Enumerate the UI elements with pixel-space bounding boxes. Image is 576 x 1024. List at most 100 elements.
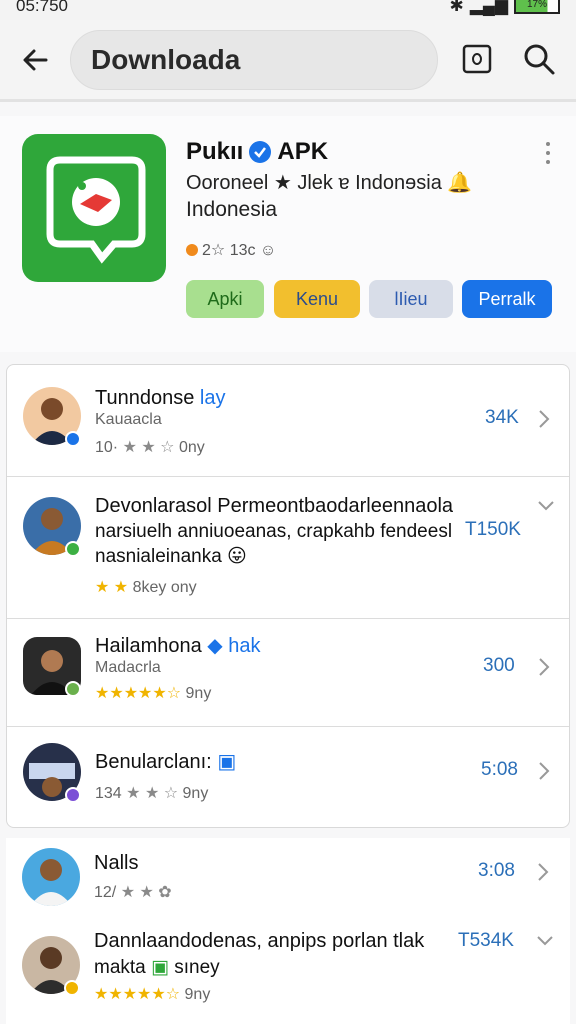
status-icons: ✱ ▂▄▆ 17% [450, 0, 560, 14]
item-title-text: Benularclanı: [95, 751, 212, 773]
item-time: 9ny [184, 986, 211, 1003]
item-time: 8key ony [132, 579, 197, 596]
item-title-line2-suffix: sıney [174, 957, 220, 978]
item-title: Dannlaandodenas, anpips porlan tlak [94, 930, 425, 952]
star-icons: ★ ★ [95, 579, 129, 596]
chip-primary[interactable]: Perralk [462, 280, 552, 318]
item-title-line2: makta ▣ sıney [94, 956, 220, 979]
more-options-button[interactable] [544, 142, 552, 164]
back-button[interactable] [18, 42, 54, 78]
rating-dot-icon [186, 244, 198, 256]
status-badge-icon [65, 681, 81, 697]
rating-text: 12/ [94, 884, 117, 901]
chip-apki[interactable]: Apki [186, 280, 264, 318]
item-title: Nalls [94, 852, 139, 874]
item-time: 9ny [185, 685, 212, 702]
item-title: Hailamhona ◆ hak [95, 633, 261, 658]
app-meta: 2☆ 13c ☺ [186, 240, 276, 260]
game-icon: ▣ [217, 751, 237, 773]
list-item[interactable]: Dannlaandodenas, anpips porlan tlak makt… [6, 924, 570, 1024]
item-title-text: Tunndonse [95, 387, 195, 409]
status-badge-icon [65, 787, 81, 803]
chip-label: Kenu [295, 288, 339, 309]
chevron-right-icon[interactable] [537, 657, 551, 677]
chip-view[interactable]: lIieu [369, 280, 453, 318]
app-name: Pukıı [186, 138, 244, 165]
item-title-line2: narsiuelh anniuoeanas, crapkahb fendeesl [95, 521, 453, 542]
item-title-suffix: hak [228, 635, 261, 657]
item-size: 300 [483, 655, 515, 676]
square-icon [462, 44, 492, 74]
chat-app-logo-icon [46, 156, 146, 264]
item-title-suffix: lay [199, 387, 226, 409]
item-title: Benularclanı: ▣ [95, 749, 236, 774]
top-app-bar: Downloada [0, 20, 576, 102]
chevron-down-icon[interactable] [536, 934, 554, 948]
item-size: 5:08 [481, 759, 518, 780]
verified-badge-icon [249, 141, 272, 163]
battery-icon: 17% [514, 0, 560, 14]
item-size: T150K [465, 519, 521, 540]
battery-level: 17% [526, 0, 547, 10]
item-title-line2-text: makta [94, 957, 146, 978]
chip-label: Perralk [478, 288, 536, 309]
status-badge-icon [65, 541, 81, 557]
list-item[interactable]: Tunndonse lay Kauaacla 10· ★ ★ ☆ 0ny 34K [7, 365, 569, 477]
search-icon [524, 44, 555, 75]
chip-kenu[interactable]: Kenu [274, 280, 360, 318]
downloads-list-more: Nalls 12/ ★ ★ ✿ 3:08 Dannlaandodenas, an… [6, 838, 570, 1024]
emoji-icon: 😛 [227, 546, 247, 567]
app-header: Pukıı APK Ooroneel ★ Jlek ɐ Indonɘsia 🔔 … [0, 116, 576, 352]
list-item[interactable]: Hailamhona ◆ hak Madacrla ★★★★★☆ 9ny 300 [7, 619, 569, 727]
list-item[interactable]: Benularclanı: ▣ 134 ★ ★ ☆ 9ny 5:08 [7, 727, 569, 827]
arrow-left-icon [23, 49, 48, 71]
chevron-down-icon[interactable] [537, 499, 555, 513]
dot-icon [546, 160, 550, 164]
star-icons: ★ ★ ☆ [122, 439, 175, 456]
chip-label: lIieu [394, 288, 428, 309]
status-badge-icon [64, 980, 80, 996]
item-size: 3:08 [478, 860, 515, 881]
list-item[interactable]: Nalls 12/ ★ ★ ✿ 3:08 [6, 838, 570, 924]
item-title: Tunndonse lay [95, 387, 225, 410]
app-meta-text: 2☆ 13c ☺ [202, 242, 277, 259]
item-rating: ★ ★ 8key ony [95, 577, 197, 597]
item-title: Devonlarasol Permeontbaodarleennaola [95, 495, 454, 517]
app-region: Indonesia [186, 198, 278, 221]
star-icons: ★★★★★☆ [95, 685, 182, 702]
chevron-right-icon[interactable] [537, 409, 551, 429]
dot-icon [546, 151, 550, 155]
search-button[interactable] [522, 42, 556, 76]
dot-icon [546, 142, 550, 146]
verified-badge-icon: ◆ [207, 635, 223, 657]
app-type: APK [277, 138, 329, 165]
bell-icon: 🔔 [447, 172, 473, 194]
item-size: T534K [458, 930, 514, 951]
item-time: 9ny [182, 785, 209, 802]
chevron-right-icon[interactable] [536, 862, 550, 882]
star-icons: ★ ★ ☆ [126, 785, 179, 802]
search-query: Downloada [91, 44, 241, 75]
chat-icon: ▣ [151, 957, 169, 978]
item-title-line3: nasnialeinanka 😛 [95, 545, 247, 568]
status-bar: 05:750 ✱ ▂▄▆ 17% [0, 0, 576, 20]
chevron-right-icon[interactable] [537, 761, 551, 781]
app-icon[interactable] [22, 134, 166, 282]
rating-text: 134 [95, 785, 122, 802]
verified-badge-icon [65, 431, 81, 447]
item-subtitle: Kauaacla [95, 411, 162, 428]
rating-text: 10· [95, 439, 119, 456]
app-developer: Ooroneel ★ Jlek ɐ Indonɘsia 🔔 [186, 170, 472, 195]
item-title-line3-text: nasnialeinanka [95, 546, 222, 567]
list-item[interactable]: Devonlarasol Permeontbaodarleennaola nar… [7, 477, 569, 619]
item-time: 0ny [178, 439, 205, 456]
bluetooth-icon: ✱ [449, 0, 464, 15]
app-developer-text: Ooroneel ★ Jlek ɐ Indonɘsia [186, 172, 442, 194]
signal-icon: ▂▄▆ [469, 0, 508, 15]
item-rating: 134 ★ ★ ☆ 9ny [95, 783, 208, 803]
scan-button[interactable] [462, 44, 492, 74]
item-rating: ★★★★★☆ 9ny [94, 984, 210, 1004]
item-rating: 12/ ★ ★ ✿ [94, 882, 172, 902]
item-title-text: Hailamhona [95, 635, 202, 657]
search-field[interactable]: Downloada [70, 30, 438, 90]
